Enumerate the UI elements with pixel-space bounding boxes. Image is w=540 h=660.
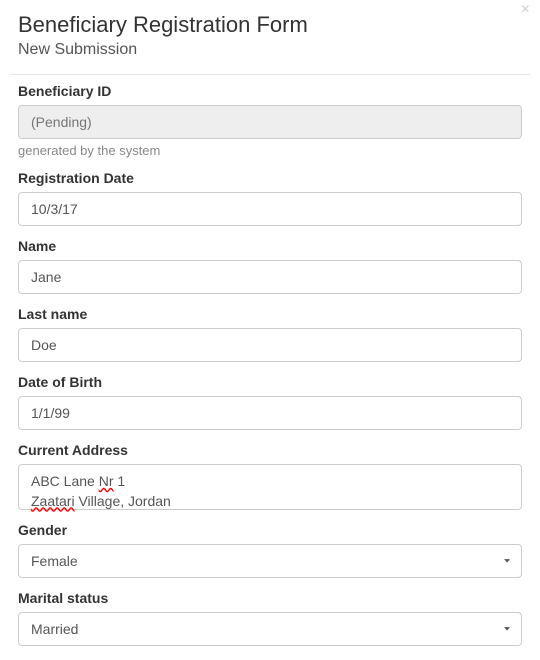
- label-dob: Date of Birth: [18, 374, 522, 390]
- input-name[interactable]: [18, 260, 522, 294]
- select-gender[interactable]: Female: [18, 544, 522, 578]
- label-name: Name: [18, 238, 522, 254]
- label-beneficiary-id: Beneficiary ID: [18, 83, 522, 99]
- field-registration-date: Registration Date: [18, 170, 522, 226]
- label-last-name: Last name: [18, 306, 522, 322]
- field-name: Name: [18, 238, 522, 294]
- select-marital[interactable]: Married: [18, 612, 522, 646]
- input-last-name[interactable]: [18, 328, 522, 362]
- input-dob[interactable]: [18, 396, 522, 430]
- help-beneficiary-id: generated by the system: [18, 143, 522, 158]
- label-address: Current Address: [18, 442, 522, 458]
- form-body: Beneficiary ID generated by the system R…: [0, 75, 540, 646]
- input-registration-date[interactable]: [18, 192, 522, 226]
- form-header: Beneficiary Registration Form New Submis…: [0, 0, 540, 74]
- field-beneficiary-id: Beneficiary ID generated by the system: [18, 83, 522, 158]
- label-registration-date: Registration Date: [18, 170, 522, 186]
- field-dob: Date of Birth: [18, 374, 522, 430]
- field-marital: Marital status Married: [18, 590, 522, 646]
- label-marital: Marital status: [18, 590, 522, 606]
- close-icon[interactable]: ×: [521, 2, 530, 18]
- input-address[interactable]: ABC Lane Nr 1Zaatari Village, Jordan: [18, 464, 522, 510]
- field-address: Current Address ABC Lane Nr 1Zaatari Vil…: [18, 442, 522, 510]
- page-title: Beneficiary Registration Form: [18, 12, 522, 38]
- field-last-name: Last name: [18, 306, 522, 362]
- label-gender: Gender: [18, 522, 522, 538]
- input-beneficiary-id: [18, 105, 522, 139]
- page-subtitle: New Submission: [18, 41, 522, 59]
- field-gender: Gender Female: [18, 522, 522, 578]
